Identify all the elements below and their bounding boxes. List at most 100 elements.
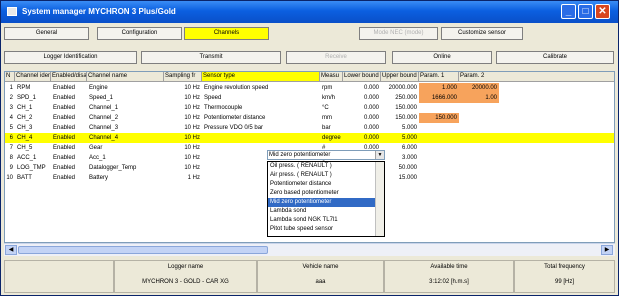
cell-id[interactable]: CH_5 (15, 143, 51, 153)
dropdown-option[interactable]: Lambda sond NGK TL7l1 (268, 216, 376, 225)
cell-p1[interactable]: 1666.000 (419, 93, 459, 103)
cell-lower[interactable]: 0.000 (343, 133, 381, 143)
cell-upper[interactable]: 20000.000 (381, 83, 419, 93)
sensor-type-combo[interactable]: Mid zero potentiometer ▼ (267, 150, 385, 160)
col-header-enabled[interactable]: Enabled/disa (51, 72, 87, 82)
dropdown-option[interactable]: Air press. ( RENAULT ) (268, 171, 376, 180)
cell-id[interactable]: CH_1 (15, 103, 51, 113)
dropdown-option[interactable]: Lambda sond (268, 207, 376, 216)
col-header-measure[interactable]: Measu (320, 72, 343, 82)
cell-lower[interactable]: 0.000 (343, 123, 381, 133)
cell-enabled[interactable]: Enabled (51, 143, 87, 153)
cell-upper[interactable]: 6.000 (381, 143, 419, 153)
cell-n[interactable]: 8 (5, 153, 15, 163)
cell-upper[interactable]: 3.000 (381, 153, 419, 163)
logger-identification-button[interactable]: Logger Identification (4, 51, 137, 64)
col-header-lower[interactable]: Lower bound (343, 72, 381, 82)
table-row[interactable]: 1 RPM Enabled Engine 10 Hz Engine revolution … (5, 83, 614, 93)
cell-freq[interactable]: 10 Hz (164, 163, 202, 173)
cell-freq[interactable]: 10 Hz (164, 83, 202, 93)
tab-configuration[interactable]: Configuration (97, 27, 182, 40)
cell-p1[interactable] (419, 123, 459, 133)
col-header-sampling[interactable]: Sampling fr (164, 72, 202, 82)
cell-name[interactable]: Battery (87, 173, 164, 183)
cell-freq[interactable]: 10 Hz (164, 93, 202, 103)
cell-p1[interactable] (419, 163, 459, 173)
receive-button[interactable]: Receive (286, 51, 386, 64)
cell-id[interactable]: ACC_1 (15, 153, 51, 163)
col-header-param2[interactable]: Param. 2 (459, 72, 614, 82)
cell-p1[interactable]: 150.000 (419, 113, 459, 123)
tab-channels[interactable]: Channels (184, 27, 269, 40)
cell-p2[interactable] (459, 113, 499, 123)
cell-name[interactable]: Channel_2 (87, 113, 164, 123)
cell-p2[interactable] (459, 123, 499, 133)
col-header-n[interactable]: N (5, 72, 15, 82)
cell-upper[interactable]: 50.000 (381, 163, 419, 173)
transmit-button[interactable]: Transmit (141, 51, 281, 64)
dropdown-option[interactable]: Zero based potentiometer (268, 189, 376, 198)
cell-p1[interactable] (419, 133, 459, 143)
cell-unit[interactable]: mm (320, 113, 343, 123)
cell-sensor[interactable]: Speed (202, 93, 320, 103)
cell-n[interactable]: 7 (5, 143, 15, 153)
cell-n[interactable]: 4 (5, 113, 15, 123)
cell-lower[interactable]: 0.000 (343, 93, 381, 103)
col-header-sensor-type[interactable]: Sensor type (202, 72, 320, 82)
cell-freq[interactable]: 10 Hz (164, 143, 202, 153)
cell-enabled[interactable]: Enabled (51, 93, 87, 103)
tab-general[interactable]: General (4, 27, 89, 40)
dropdown-option[interactable]: Oil press. ( RENAULT ) (268, 162, 376, 171)
cell-unit[interactable]: bar (320, 123, 343, 133)
cell-enabled[interactable]: Enabled (51, 83, 87, 93)
cell-id[interactable]: CH_2 (15, 113, 51, 123)
cell-n[interactable]: 10 (5, 173, 15, 183)
cell-upper[interactable]: 5.000 (381, 133, 419, 143)
cell-p1[interactable]: 1.000 (419, 83, 459, 93)
cell-name[interactable]: Gear (87, 143, 164, 153)
cell-p1[interactable] (419, 153, 459, 163)
cell-enabled[interactable]: Enabled (51, 163, 87, 173)
dropdown-option[interactable]: Pitot tube speed sensor (268, 225, 376, 234)
cell-unit[interactable]: km/h (320, 93, 343, 103)
minimize-button[interactable]: _ (561, 4, 576, 19)
cell-name[interactable]: Datalogger_Temp (87, 163, 164, 173)
cell-n[interactable]: 9 (5, 163, 15, 173)
cell-upper[interactable]: 150.000 (381, 113, 419, 123)
cell-enabled[interactable]: Enabled (51, 113, 87, 123)
maximize-button[interactable]: □ (578, 4, 593, 19)
horizontal-scrollbar[interactable]: ◀ ▶ (4, 243, 615, 256)
cell-lower[interactable]: 0.000 (343, 83, 381, 93)
cell-enabled[interactable]: Enabled (51, 153, 87, 163)
cell-name[interactable]: Engine (87, 83, 164, 93)
cell-id[interactable]: CH_3 (15, 123, 51, 133)
cell-sensor[interactable]: Pressure VDO 0/5 bar (202, 123, 320, 133)
cell-unit[interactable]: degree (320, 133, 343, 143)
table-row[interactable]: 3 CH_1 Enabled Channel_1 10 Hz Thermocouple °C… (5, 103, 614, 113)
cell-p2[interactable] (459, 153, 499, 163)
cell-name[interactable]: Channel_4 (87, 133, 164, 143)
table-row[interactable]: 5 CH_3 Enabled Channel_3 10 Hz Pressure VDO 0… (5, 123, 614, 133)
cell-enabled[interactable]: Enabled (51, 123, 87, 133)
title-bar[interactable]: System manager MYCHRON 3 Plus/Gold _ □ ✕ (1, 1, 618, 23)
cell-sensor[interactable]: Thermocouple (202, 103, 320, 113)
col-header-param1[interactable]: Param. 1 (419, 72, 459, 82)
cell-enabled[interactable]: Enabled (51, 173, 87, 183)
cell-p2[interactable] (459, 173, 499, 183)
table-row[interactable]: 2 SPD_1 Enabled Speed_1 10 Hz Speed km/h 0.000 2… (5, 93, 614, 103)
col-header-upper[interactable]: Upper bound (381, 72, 419, 82)
cell-p1[interactable] (419, 103, 459, 113)
cell-n[interactable]: 3 (5, 103, 15, 113)
cell-p2[interactable] (459, 103, 499, 113)
customize-sensor-button[interactable]: Customize sensor (441, 27, 523, 40)
cell-id[interactable]: RPM (15, 83, 51, 93)
cell-p1[interactable] (419, 143, 459, 153)
dropdown-option[interactable]: Potentiometer distance (268, 180, 376, 189)
online-button[interactable]: Online (392, 51, 492, 64)
cell-freq[interactable]: 1 Hz (164, 173, 202, 183)
scroll-thumb[interactable] (18, 246, 268, 254)
cell-upper[interactable]: 15.000 (381, 173, 419, 183)
cell-name[interactable]: Channel_1 (87, 103, 164, 113)
cell-name[interactable]: Acc_1 (87, 153, 164, 163)
cell-n[interactable]: 6 (5, 133, 15, 143)
